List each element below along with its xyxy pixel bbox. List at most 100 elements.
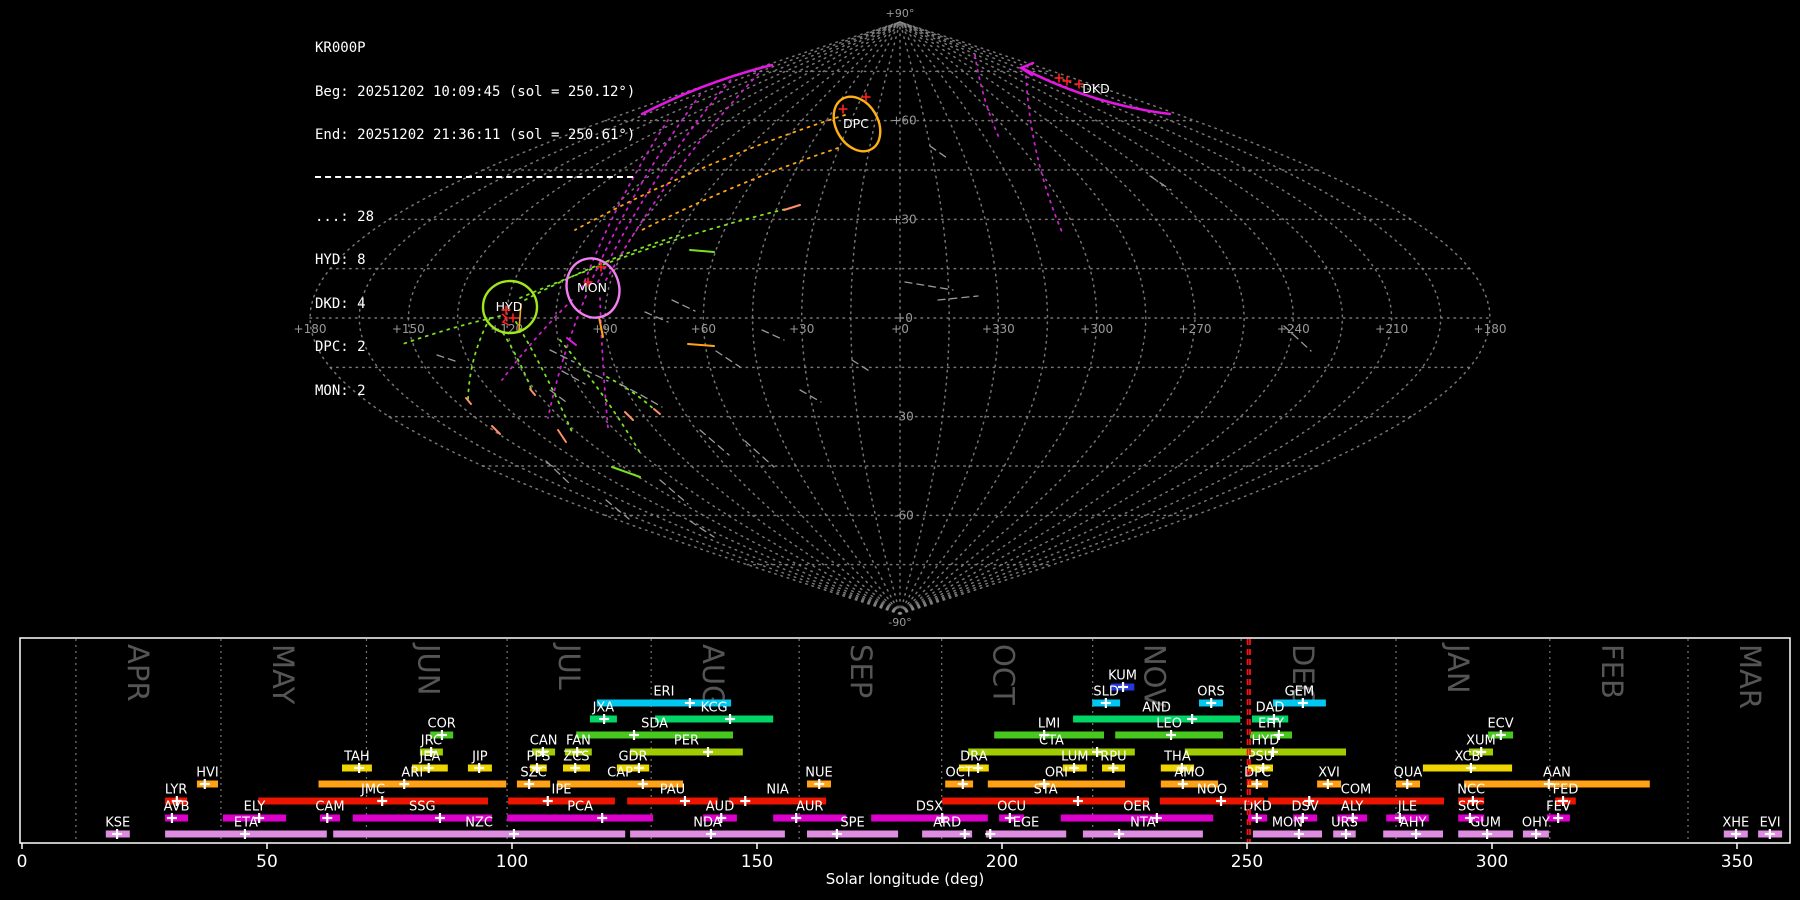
count-hyd: HYD: 8 [315, 252, 366, 268]
meteor-trail [761, 329, 785, 341]
shower-bar-NTA [1082, 830, 1203, 838]
map-ra-label: +270 [1179, 322, 1212, 336]
meteor-trail [904, 281, 954, 291]
shower-label-OCT: OCT [945, 766, 972, 781]
shower-label-DAD: DAD [1256, 701, 1285, 716]
meteor-trail [689, 249, 715, 253]
x-axis-tick-label: 100 [496, 852, 528, 872]
shower-label-AAN: AAN [1543, 766, 1571, 781]
meteor-trail [851, 359, 872, 373]
shower-label-LMI: LMI [1038, 717, 1060, 732]
shower-label-JXA: JXA [592, 701, 615, 716]
shower-bar-PAU [627, 797, 718, 805]
month-label-APR: APR [121, 644, 155, 701]
count-dkd: DKD: 4 [315, 295, 366, 312]
shower-label-NCC: NCC [1457, 783, 1485, 798]
shower-label-SPE: SPE [840, 816, 864, 831]
shower-label-LEO: LEO [1156, 717, 1182, 732]
shower-label-KUM: KUM [1108, 669, 1137, 684]
shower-label-ERI: ERI [653, 685, 674, 700]
radiant-report-page: { "station": { "code": "KR000P", "beg": … [0, 0, 1800, 900]
shower-label-XHE: XHE [1722, 816, 1749, 831]
shower-bar-MON [1252, 830, 1322, 838]
shower-label-SSG: SSG [409, 800, 436, 815]
x-axis-title: Solar longitude (deg) [826, 870, 984, 888]
shower-label-PCA: PCA [567, 800, 593, 815]
shower-label-HVI: HVI [196, 766, 219, 781]
shower-label-ARI: ARI [401, 766, 423, 781]
header-info-block: KR000P Beg: 20251202 10:09:45 (sol = 250… [315, 12, 635, 413]
shower-label-NOO: NOO [1197, 783, 1227, 798]
x-axis-tick-label: 300 [1476, 852, 1508, 872]
month-label-JUL: JUL [552, 642, 586, 690]
shower-label-KCG: KCG [701, 701, 728, 716]
shower-label-PER: PER [674, 734, 699, 749]
x-axis-tick-label: 50 [256, 852, 278, 872]
month-label-FEB: FEB [1595, 644, 1629, 699]
map-pole-label-north: +90° [886, 7, 915, 20]
shower-label-ORI: ORI [1045, 766, 1068, 781]
meteor-trail [689, 520, 715, 538]
obs-end-line: End: 20251202 21:36:11 (sol = 250.61°) [315, 127, 636, 143]
meteor-trail [929, 145, 948, 159]
shower-label-EGE: EGE [1013, 816, 1040, 831]
shower-label-KSE: KSE [105, 816, 130, 831]
obs-begin-line: Beg: 20251202 10:09:45 (sol = 250.12°) [315, 83, 636, 100]
map-dec-label: -30 [894, 410, 914, 424]
trail-arrowhead [1018, 61, 1035, 77]
shower-label-JMC: JMC [360, 783, 385, 798]
shower-label-XUM: XUM [1466, 734, 1496, 749]
shower-label-EVI: EVI [1760, 816, 1781, 831]
count-sporadic: ...: 28 [315, 208, 375, 225]
meteor-trail [699, 429, 730, 456]
figure-svg: +180 +150 +120 +90 +60 +30 +0 +330 +300 +270 +240 +… [17, 7, 1791, 888]
shower-label-THA: THA [1163, 750, 1191, 765]
meteor-trail [744, 440, 775, 468]
meteor-trail [659, 479, 689, 505]
shower-label-NIA: NIA [766, 783, 789, 798]
station-code: KR000P [315, 40, 366, 56]
x-axis-tick-label: 200 [986, 852, 1018, 872]
month-label-JAN: JAN [1441, 642, 1475, 694]
map-ra-label: +330 [982, 322, 1015, 336]
map-dec-label: -60 [894, 508, 914, 522]
month-label-AUG: AUG [696, 644, 730, 708]
shower-bar-EGE [985, 830, 1067, 838]
meteor-trail [653, 408, 661, 415]
map-dec-label: +60 [891, 114, 916, 128]
shower-label-IPE: IPE [552, 783, 572, 798]
shower-bar-AUR [773, 814, 847, 822]
shower-label-CAN: CAN [530, 734, 558, 749]
map-pole-label-south: -90° [888, 616, 911, 629]
shower-bar-STA [942, 797, 1149, 805]
month-label-NOV: NOV [1138, 644, 1172, 708]
shower-label-CAP: CAP [607, 766, 633, 781]
shower-label-FED: FED [1553, 783, 1579, 798]
map-dec-label: +0 [895, 311, 913, 325]
meteor-trail [1149, 175, 1172, 191]
shower-label-GEM: GEM [1285, 685, 1315, 700]
count-dpc: DPC: 2 [315, 339, 366, 355]
shower-label-OCU: OCU [997, 800, 1026, 815]
map-ra-label: +210 [1375, 322, 1408, 336]
shower-label-NUE: NUE [805, 766, 832, 781]
shower-bar-IPE [508, 797, 615, 805]
shower-label-LYR: LYR [165, 783, 188, 798]
meteor-trail [644, 311, 669, 323]
month-label-MAR: MAR [1733, 644, 1767, 709]
shower-label-COM: COM [1341, 783, 1372, 798]
shower-bar-SPE [807, 830, 899, 838]
shower-label-DRA: DRA [960, 750, 988, 765]
x-axis-tick-label: 250 [1231, 852, 1263, 872]
map-dec-label: +30 [891, 212, 916, 226]
map-ra-label: +300 [1080, 322, 1113, 336]
radiant-label-DKD: DKD [1082, 81, 1109, 96]
meteor-trail [715, 350, 741, 368]
map-ra-label: +60 [691, 322, 716, 336]
shower-label-TAH: TAH [343, 750, 370, 765]
shower-label-DSX: DSX [916, 800, 943, 815]
shower-label-ALY: ALY [1341, 800, 1363, 815]
count-mon: MON: 2 [315, 382, 366, 399]
separator-line [315, 175, 633, 178]
meteor-trail [937, 295, 979, 301]
